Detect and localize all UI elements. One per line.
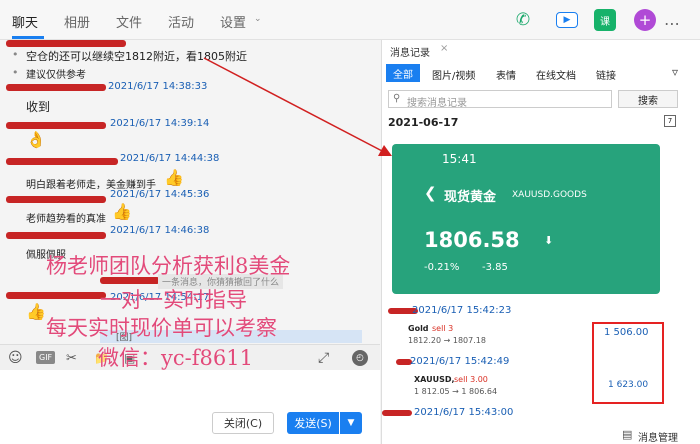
annotation-arrow <box>203 57 392 156</box>
overlay-text: 一对一实时指导 <box>100 288 247 312</box>
arrow-line <box>203 57 385 153</box>
overlay-text: 每天实时现价单可以考察 <box>46 316 277 340</box>
overlay-text: 杨老师团队分析获利8美金 <box>46 254 291 278</box>
overlay-text: 微信：yc-f8611 <box>98 346 253 370</box>
